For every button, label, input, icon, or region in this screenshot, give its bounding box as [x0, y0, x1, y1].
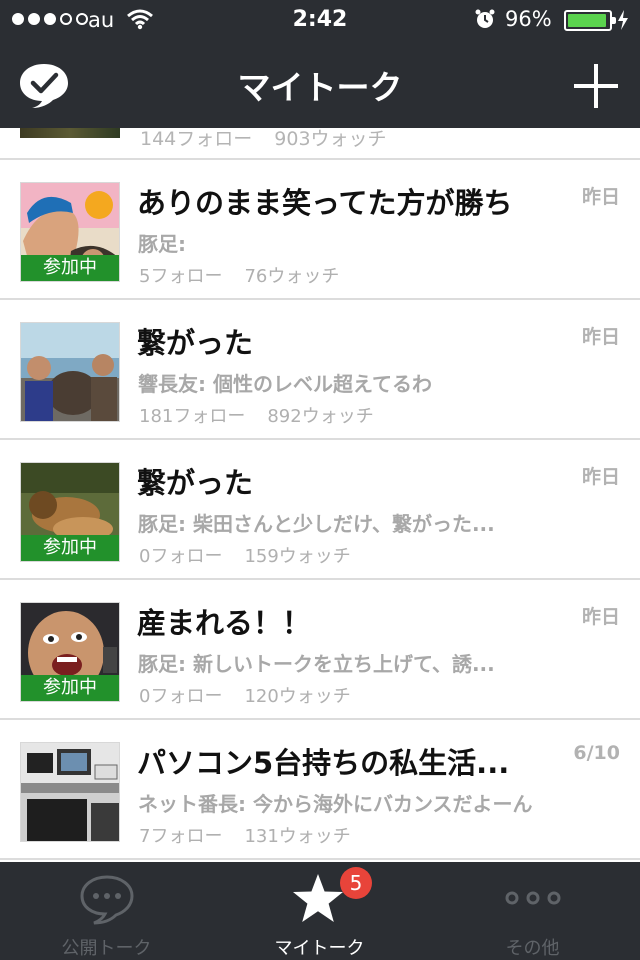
talk-last-message: 響長友: 個性のレベル超えてるわ: [138, 372, 432, 396]
watch-count: 76ウォッチ: [244, 266, 340, 287]
talk-thumbnail: 参加中: [20, 462, 120, 562]
watch-count: 892ウォッチ: [267, 406, 374, 427]
notification-badge: 5: [340, 867, 372, 899]
talk-date: 昨日: [581, 606, 620, 628]
follow-count: 181フォロー: [139, 406, 246, 427]
talk-title: パソコン5台持ちの私生活...: [137, 746, 510, 780]
talk-stats: 0フォロー 120ウォッチ: [139, 682, 351, 708]
tab-label: マイトーク: [274, 938, 365, 959]
participating-badge: 参加中: [21, 255, 119, 281]
follow-count: 5フォロー: [139, 266, 223, 287]
tab-bar: 公開トーク マイトーク その他 5: [0, 862, 640, 960]
talk-title: 繋がった: [137, 326, 254, 360]
tab-label: 公開トーク: [61, 938, 152, 959]
signal-dot: [12, 13, 24, 25]
talk-stats: 144フォロー 903ウォッチ: [140, 128, 387, 151]
talk-date: 昨日: [581, 326, 620, 348]
list-item[interactable]: 参加中 繋がった 昨日 豚足: 柴田さんと少しだけ、繋がった... 0フォロー 1…: [0, 440, 640, 580]
list-item[interactable]: 参加中 産まれる！！ 昨日 豚足: 新しいトークを立ち上げて、誘... 0フォロ…: [0, 580, 640, 720]
check-bubble-icon: [20, 64, 68, 108]
battery-fill: [568, 14, 607, 27]
talk-title: 産まれる！！: [137, 606, 312, 640]
talk-last-message: 豚足: 新しいトークを立ち上げて、誘...: [138, 652, 495, 676]
list-item[interactable]: 繋がった 昨日 響長友: 個性のレベル超えてるわ 181フォロー 892ウォッチ: [0, 300, 640, 440]
talk-date: 昨日: [581, 466, 620, 488]
follow-count: 0フォロー: [139, 546, 223, 567]
tab-label: その他: [505, 938, 560, 959]
talk-stats: 7フォロー 131ウォッチ: [139, 822, 351, 848]
talk-stats: 5フォロー 76ウォッチ: [139, 262, 339, 288]
list-item[interactable]: 参加中 ありのまま笑ってた方が勝ち 昨日 豚足: 5フォロー 76ウォッチ: [0, 160, 640, 300]
talk-thumbnail: [20, 322, 120, 422]
talk-last-message: ネット番長: 今から海外にバカンスだよーん: [138, 792, 533, 816]
divider: [0, 858, 640, 860]
tab-other[interactable]: その他: [426, 862, 639, 960]
page-title: マイトーク: [237, 68, 403, 107]
battery-nub: [612, 17, 616, 24]
star-icon: [290, 872, 346, 930]
talk-stats: 181フォロー 892ウォッチ: [139, 402, 374, 428]
plus-icon: [574, 64, 618, 108]
talk-thumbnail: [20, 128, 120, 138]
wifi-icon: [126, 8, 154, 34]
nav-bar: マイトーク: [0, 40, 640, 128]
signal-dot: [76, 13, 88, 25]
battery-percent: 96%: [505, 7, 552, 31]
talk-last-message: 豚足: 柴田さんと少しだけ、繋がった...: [138, 512, 495, 536]
watch-count: 120ウォッチ: [244, 686, 351, 707]
tab-public-talk[interactable]: 公開トーク: [0, 862, 213, 960]
talk-title: 繋がった: [137, 466, 254, 500]
speech-bubble-icon: [79, 874, 135, 930]
talk-title: ありのまま笑ってた方が勝ち: [137, 186, 513, 220]
check-bubble-button[interactable]: [18, 60, 70, 110]
participating-badge: 参加中: [21, 535, 119, 561]
watch-count: 131ウォッチ: [244, 826, 351, 847]
carrier-name: au: [88, 8, 115, 32]
signal-strength-icon: [12, 13, 88, 25]
talk-thumbnail: 参加中: [20, 182, 120, 282]
charging-bolt-icon: [617, 9, 629, 35]
signal-dot: [60, 13, 72, 25]
talk-stats: 0フォロー 159ウォッチ: [139, 542, 351, 568]
talk-list[interactable]: 144フォロー 903ウォッチ 参加中 ありのまま笑ってた方が勝ち 昨日 豚足: …: [0, 128, 640, 862]
add-talk-button[interactable]: [572, 62, 620, 110]
list-item[interactable]: 144フォロー 903ウォッチ: [0, 128, 640, 160]
follow-count: 0フォロー: [139, 686, 223, 707]
watch-count: 903ウォッチ: [274, 128, 387, 150]
participating-badge: 参加中: [21, 675, 119, 701]
tab-my-talk[interactable]: マイトーク: [213, 862, 426, 960]
more-dots-icon: [504, 890, 562, 910]
watch-count: 159ウォッチ: [244, 546, 351, 567]
talk-last-message: 豚足:: [138, 232, 186, 256]
list-item[interactable]: パソコン5台持ちの私生活... 6/10 ネット番長: 今から海外にバカンスだよ…: [0, 720, 640, 860]
follow-count: 7フォロー: [139, 826, 223, 847]
status-bar: au 2:42 96%: [0, 0, 640, 40]
battery-icon: [564, 10, 616, 31]
talk-thumbnail: 参加中: [20, 602, 120, 702]
alarm-icon: [474, 8, 496, 34]
follow-count: 144フォロー: [140, 128, 253, 150]
talk-thumbnail: [20, 742, 120, 842]
talk-date: 6/10: [573, 742, 620, 764]
signal-dot: [44, 13, 56, 25]
signal-dot: [28, 13, 40, 25]
talk-date: 昨日: [581, 186, 620, 208]
